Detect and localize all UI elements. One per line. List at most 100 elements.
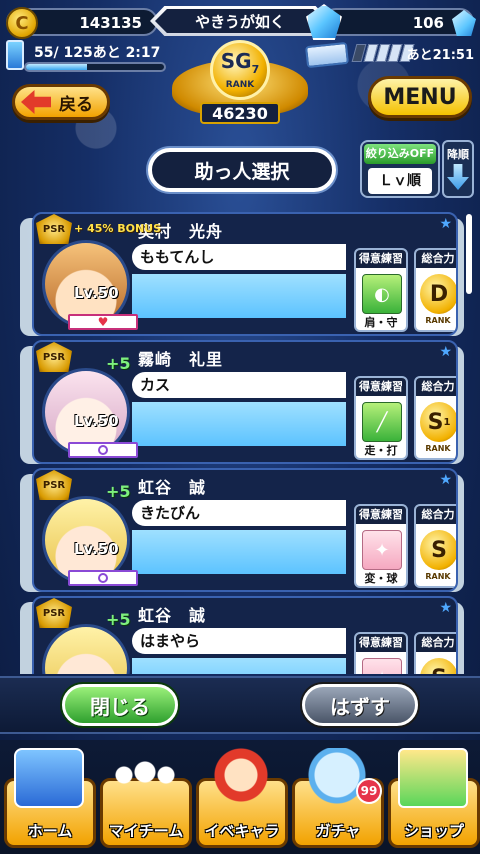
list-scrollbar[interactable] [466,214,472,294]
star-icon: ★ [439,216,452,232]
bat-icon: ╱ [362,402,402,442]
card-body [132,402,346,446]
practice-text: 肩・守 [364,316,398,329]
circle-icon [98,445,108,455]
gem-counter[interactable]: 106 [306,4,476,40]
rank-badge: SG7 RANK [210,40,270,100]
team-name: やきうが如く [155,9,325,33]
bonus-tag: + 45% BONUS [74,222,162,235]
overall-rank: 総合力 S1 RANK [414,376,456,460]
rank-letter: S1 [420,402,456,442]
rank-grade: SG7 [220,48,260,76]
player-name: 虹谷 誠 [138,606,207,625]
card-body [132,658,346,674]
nav-my-team-label: マイチーム [108,822,184,840]
buy-gem-icon[interactable] [452,10,476,36]
level-label: Lv.50 [74,412,119,430]
nav-gacha-label: ガチャ [315,822,361,840]
portrait-face [45,627,127,674]
coin-value: 143135 [79,14,142,32]
practice-skill: 得意練習 ╱ 走・打 [354,376,408,460]
status-bar: ♥ [68,314,138,330]
close-button[interactable]: 閉じる [62,684,178,726]
plus-tag: +5 [106,354,131,373]
owner-name: はまやら [132,628,346,654]
practice-text: 走・打 [364,444,398,457]
owner-name: ももてんし [132,244,346,270]
filter-label: 絞り込みOFF [364,144,436,164]
ticket-slots [351,44,415,62]
overall-rank: 総合力 S RANK [414,504,456,588]
psr-badge: PSR [36,598,72,628]
star-icon: ★ [439,472,452,488]
rank-label: RANK [225,79,255,90]
status-bar [68,442,138,458]
rank-sub: RANK [425,316,451,325]
stamina-text: 55/ 125あと 2:17 [34,45,161,61]
plus-tag: +5 [106,482,131,501]
page-title: 助っ人選択 [148,148,336,192]
menu-button[interactable]: MENU [368,76,472,118]
card-body [132,274,346,318]
rank-letter: D [420,274,456,314]
glove-icon: ◐ [362,274,402,314]
rank-score: 46230 [200,102,280,124]
pitch-icon: ✦ [362,658,402,674]
practice-skill: 得意練習 ◐ 肩・守 [354,248,408,332]
player-portrait [42,624,130,674]
practice-title: 得意練習 [356,378,406,396]
overall-title: 総合力 [416,250,456,268]
sort-order-button[interactable]: 降順 [442,140,474,198]
team-rank-emblem[interactable]: SG7 RANK 46230 [172,40,308,132]
ticket-meter: あと21:51 [304,40,474,72]
level-label: Lv.50 [74,540,119,558]
nav-home-label: ホーム [27,822,73,840]
owner-name: カス [132,372,346,398]
rank-letter: S [420,530,456,570]
event-character-icon [206,748,276,808]
player-name: 虹谷 誠 [138,478,207,497]
arrow-down-icon [447,164,469,190]
sort-order-label: 降順 [447,148,469,161]
overall-title: 総合力 [416,634,456,652]
nav-event-chara-label: イベキャラ [204,822,280,840]
rank-sub: RANK [425,572,451,581]
star-icon: ★ [439,600,452,616]
stamina-icon [6,40,24,70]
overall-rank: 総合力 D RANK [414,248,456,332]
back-arrow-icon [21,90,51,114]
practice-skill: 得意練習 ✦ [354,632,408,674]
helper-card[interactable]: ★ 虹谷 誠 きたびん PSR +5 Lv.50 得意練習 ✦ 変・球 総合力 … [32,468,458,592]
team-players-icon [110,748,180,808]
sort-key: Ｌｖ順 [368,168,432,194]
helper-list[interactable]: ★ 奥村 光舟 ももてんし PSR + 45% BONUS Lv.50 ♥ 得意… [10,212,476,674]
practice-skill: 得意練習 ✦ 変・球 [354,504,408,588]
star-icon: ★ [439,344,452,360]
overall-title: 総合力 [416,378,456,396]
remove-button[interactable]: はずす [302,684,418,726]
back-button[interactable]: 戻る [12,84,110,120]
overall-title: 総合力 [416,506,456,524]
level-label: Lv.50 [74,284,119,302]
circle-icon [98,573,108,583]
psr-badge: PSR [36,470,72,500]
plus-tag: +5 [106,610,131,629]
top-bar: C 143135 やきうが如く 106 55/ 125あと 2:17 あと21:… [0,0,480,140]
status-bar [68,570,138,586]
psr-badge: PSR [36,342,72,372]
nav-shop-label: ショップ [403,822,464,840]
player-name: 霧崎 礼里 [138,350,224,369]
filter-sort-button[interactable]: 絞り込みOFF Ｌｖ順 [360,140,440,198]
home-book-icon [14,748,84,808]
helper-card[interactable]: ★ 虹谷 誠 はまやら PSR +5 得意練習 ✦ 総合力 S [32,596,458,674]
coin-icon: C [6,7,38,39]
ticket-icon [304,41,350,69]
ticket-timer: あと21:51 [406,48,474,63]
team-name-banner: やきうが如く [150,6,330,36]
helper-card[interactable]: ★ 霧崎 礼里 カス PSR +5 Lv.50 得意練習 ╱ 走・打 総合力 S… [32,340,458,464]
stamina-meter: 55/ 125あと 2:17 [6,40,166,74]
helper-card[interactable]: ★ 奥村 光舟 ももてんし PSR + 45% BONUS Lv.50 ♥ 得意… [32,212,458,336]
heart-icon: ♥ [97,315,109,329]
overall-rank: 総合力 S [414,632,456,674]
pitch-icon: ✦ [362,530,402,570]
